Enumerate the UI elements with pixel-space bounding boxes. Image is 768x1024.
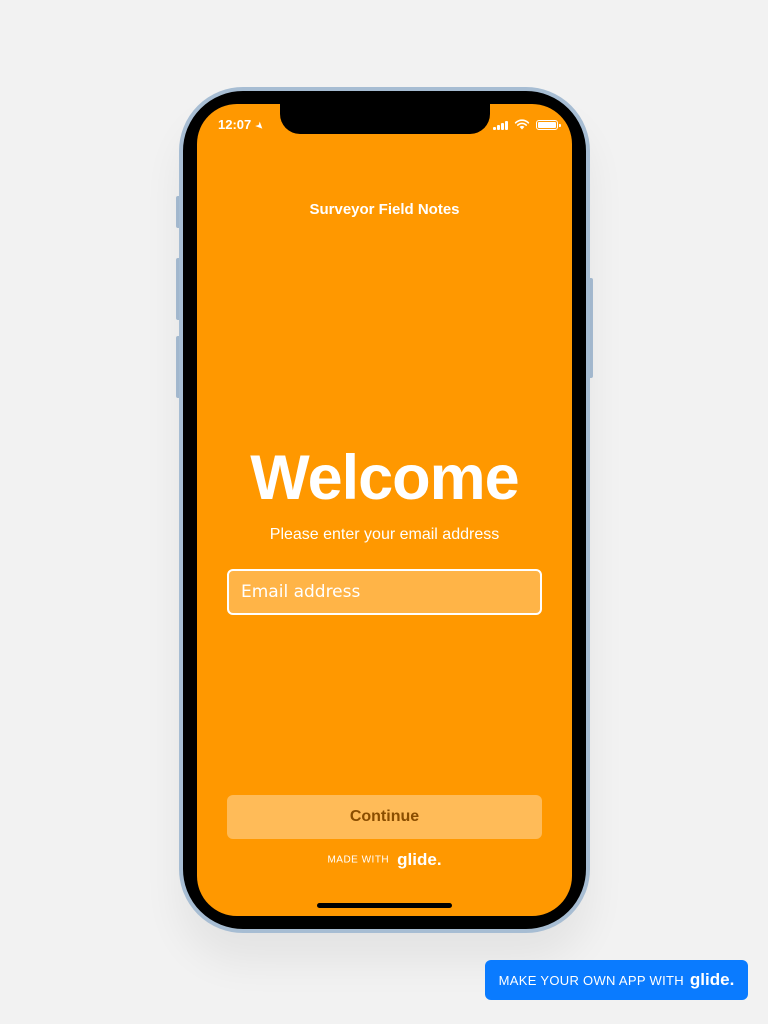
status-icons [493, 119, 561, 130]
email-prompt: Please enter your email address [269, 526, 500, 543]
made-with-glide[interactable]: MADE WITH glide. [197, 850, 572, 870]
glide-logo: glide. [397, 850, 442, 869]
status-time-text: 12:07 [218, 117, 252, 132]
cellular-signal-icon [493, 120, 508, 130]
notch [280, 104, 490, 134]
home-indicator [317, 903, 452, 908]
phone-screen: 12:07➤ Surveyor Field Notes Welcome Plea… [197, 104, 572, 916]
made-with-text: MADE WITH [327, 854, 390, 866]
app-title: Surveyor Field Notes [309, 201, 460, 218]
status-time: 12:07➤ [218, 117, 267, 134]
banner-glide-logo: glide. [689, 970, 735, 989]
continue-button[interactable]: Continue [227, 795, 542, 839]
wifi-icon [514, 119, 530, 130]
email-input[interactable] [227, 569, 542, 615]
banner-text: MAKE YOUR OWN APP WITH [498, 972, 684, 988]
location-arrow-icon: ➤ [252, 119, 267, 134]
welcome-heading: Welcome [250, 443, 519, 513]
battery-icon [536, 120, 561, 130]
make-your-own-app-banner[interactable]: MAKE YOUR OWN APP WITH glide. [485, 960, 748, 1000]
